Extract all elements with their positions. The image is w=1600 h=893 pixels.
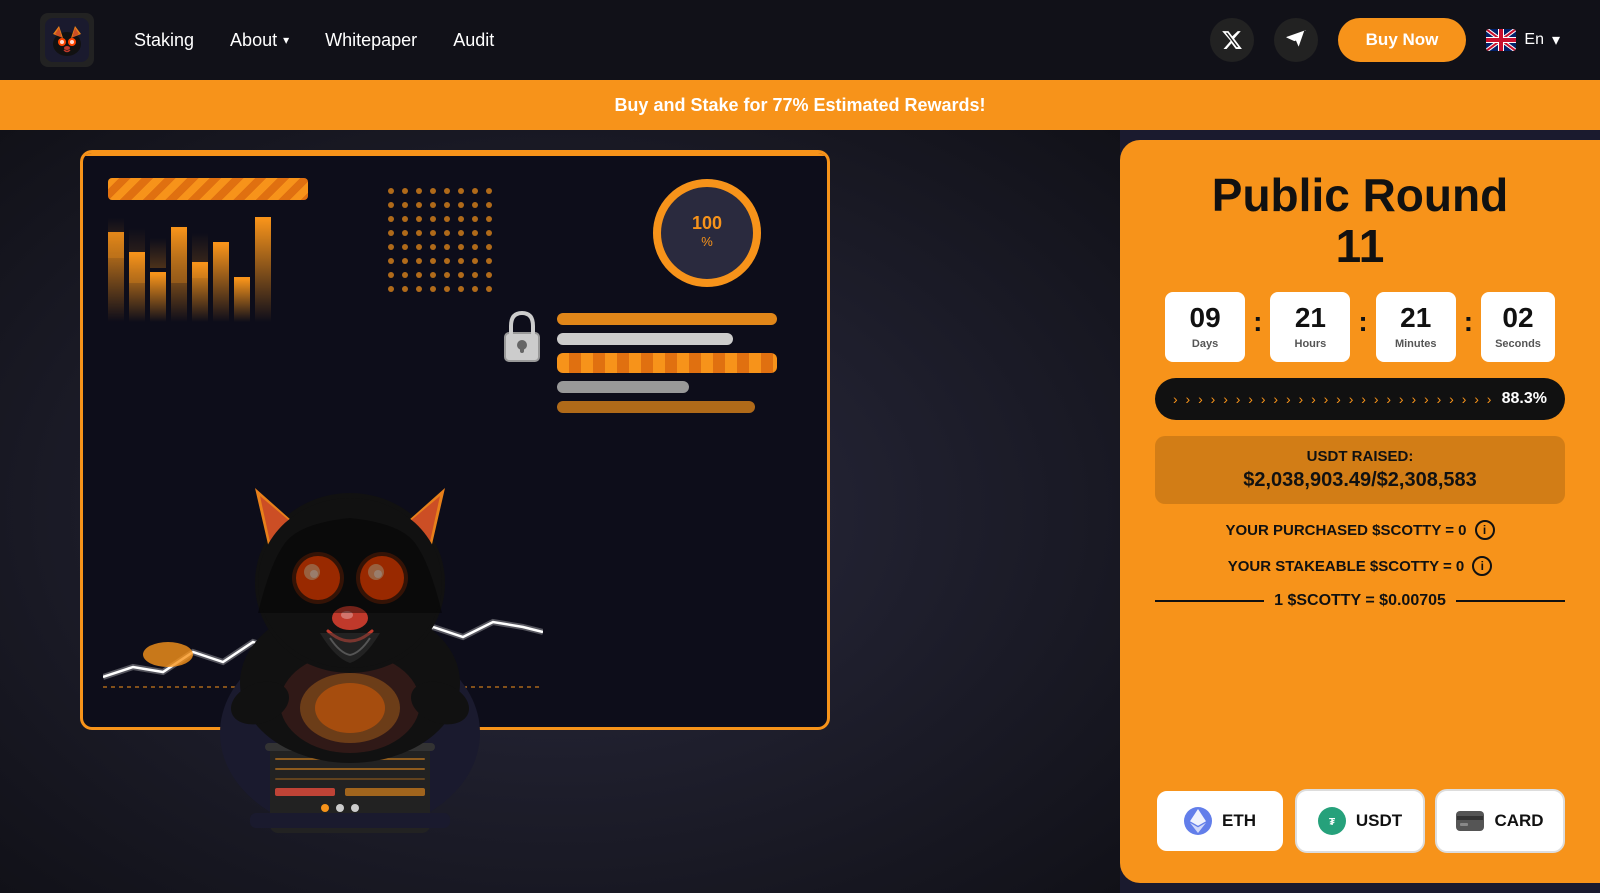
main-content: // Will be done with static dots below v… [0,130,1600,893]
eth-payment-button[interactable]: ETH [1155,789,1285,853]
countdown-sep-1: : [1253,306,1262,338]
svg-text:%: % [701,234,713,249]
purchased-stat: YOUR PURCHASED $SCOTTY = 0 i [1155,520,1565,540]
usdt-payment-button[interactable]: ₮ USDT [1295,789,1425,853]
nav-audit[interactable]: Audit [453,30,494,51]
progress-bar: › › › › › › › › › › › › › › › › › › › › … [1155,378,1565,420]
countdown-sep-2: : [1358,306,1367,338]
countdown-minutes: 21 Minutes [1376,292,1456,362]
dog-character [140,313,560,893]
lang-chevron-icon: ▾ [1552,30,1560,50]
panel-title: Public Round 11 [1155,170,1565,271]
raised-section: USDT RAISED: $2,038,903.49/$2,308,583 [1155,436,1565,504]
countdown-timer: 09 Days : 21 Hours : 21 Minutes : 02 Sec… [1155,292,1565,362]
hero-section: // Will be done with static dots below v… [0,130,1120,893]
purchased-info-icon[interactable]: i [1475,520,1495,540]
buy-now-button[interactable]: Buy Now [1338,18,1467,62]
usdt-icon: ₮ [1318,807,1346,835]
countdown-days: 09 Days [1165,292,1245,362]
nav-whitepaper[interactable]: Whitepaper [325,30,417,51]
svg-text:₮: ₮ [1329,817,1335,828]
card-payment-button[interactable]: CARD [1435,789,1565,853]
countdown-hours: 21 Hours [1270,292,1350,362]
announcement-bar: Buy and Stake for 77% Estimated Rewards! [0,80,1600,130]
nav-links: Staking About ▾ Whitepaper Audit [134,30,1170,51]
credit-card-icon [1456,811,1484,831]
logo [40,13,94,67]
stakeable-stat: YOUR STAKEABLE $SCOTTY = 0 i [1155,556,1565,576]
about-chevron-icon: ▾ [283,33,289,47]
right-panel: Sign Up Now! Public Round 11 09 Days : 2… [1120,140,1600,883]
countdown-sep-3: : [1464,306,1473,338]
nav-about[interactable]: About ▾ [230,30,289,51]
navbar: Staking About ▾ Whitepaper Audit Buy [0,0,1600,80]
language-selector[interactable]: En ▾ [1486,29,1560,51]
stakeable-info-icon[interactable]: i [1472,556,1492,576]
nav-right: Buy Now En ▾ [1210,18,1560,62]
payment-buttons: ETH ₮ USDT C [1155,789,1565,853]
twitter-icon-button[interactable] [1210,18,1254,62]
progress-arrows: › › › › › › › › › › › › › › › › › › › › … [1173,391,1494,407]
svg-text:100: 100 [692,213,722,233]
telegram-icon-button[interactable] [1274,18,1318,62]
price-line: 1 $SCOTTY = $0.00705 [1155,592,1565,610]
nav-staking[interactable]: Staking [134,30,194,51]
countdown-seconds: 02 Seconds [1481,292,1555,362]
eth-icon [1184,807,1212,835]
